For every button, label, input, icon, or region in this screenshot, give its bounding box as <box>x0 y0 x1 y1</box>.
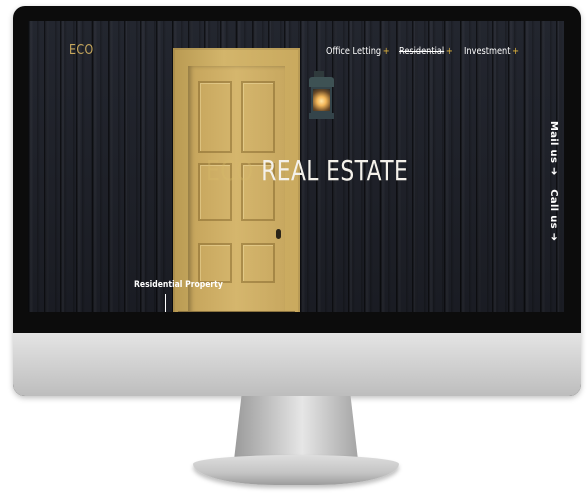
door-panel <box>241 243 275 283</box>
monitor-chin <box>13 333 581 396</box>
nav-label: Office Letting <box>326 46 382 57</box>
hero-title: ECO REAL ESTATE <box>206 154 408 187</box>
nav-item-residential[interactable]: Residential + <box>399 46 453 57</box>
lamp-top <box>309 77 334 87</box>
hero-title-main: REAL ESTATE <box>261 154 409 187</box>
lamp-light <box>311 87 332 113</box>
section-indicator-line <box>165 294 166 312</box>
call-us-link[interactable]: Call us ➜ <box>548 189 559 241</box>
plus-icon: + <box>382 46 390 57</box>
nav-label: Residential <box>399 46 445 57</box>
lamp-bottom <box>309 113 334 119</box>
door-panel <box>241 81 275 153</box>
plus-icon: + <box>512 46 519 57</box>
side-contact-links: Mail us ➜ Call us ➜ <box>548 121 560 241</box>
door-threshold <box>178 311 295 312</box>
nav-item-office-letting[interactable]: Office Letting + <box>326 46 390 57</box>
side-contact-text: Mail us ➜ Call us ➜ <box>548 121 559 241</box>
mail-us-link[interactable]: Mail us ➜ <box>548 121 559 176</box>
nav-label: Investment <box>464 46 511 57</box>
door-knob-image <box>276 229 281 239</box>
door-panel <box>198 243 232 283</box>
main-nav: Office Letting + Residential + Investment + <box>28 46 564 62</box>
section-label-residential-property[interactable]: Residential Property <box>134 280 223 290</box>
plus-icon: + <box>445 46 453 57</box>
nav-item-investment[interactable]: Investment + <box>464 46 519 57</box>
monitor-stand-base <box>193 455 399 485</box>
door-panel <box>198 81 232 153</box>
website-screen: ECO Office Letting + Residential + Investm… <box>28 21 564 312</box>
monitor-stand-neck <box>234 396 358 460</box>
hero-title-prefix: ECO <box>206 154 254 187</box>
